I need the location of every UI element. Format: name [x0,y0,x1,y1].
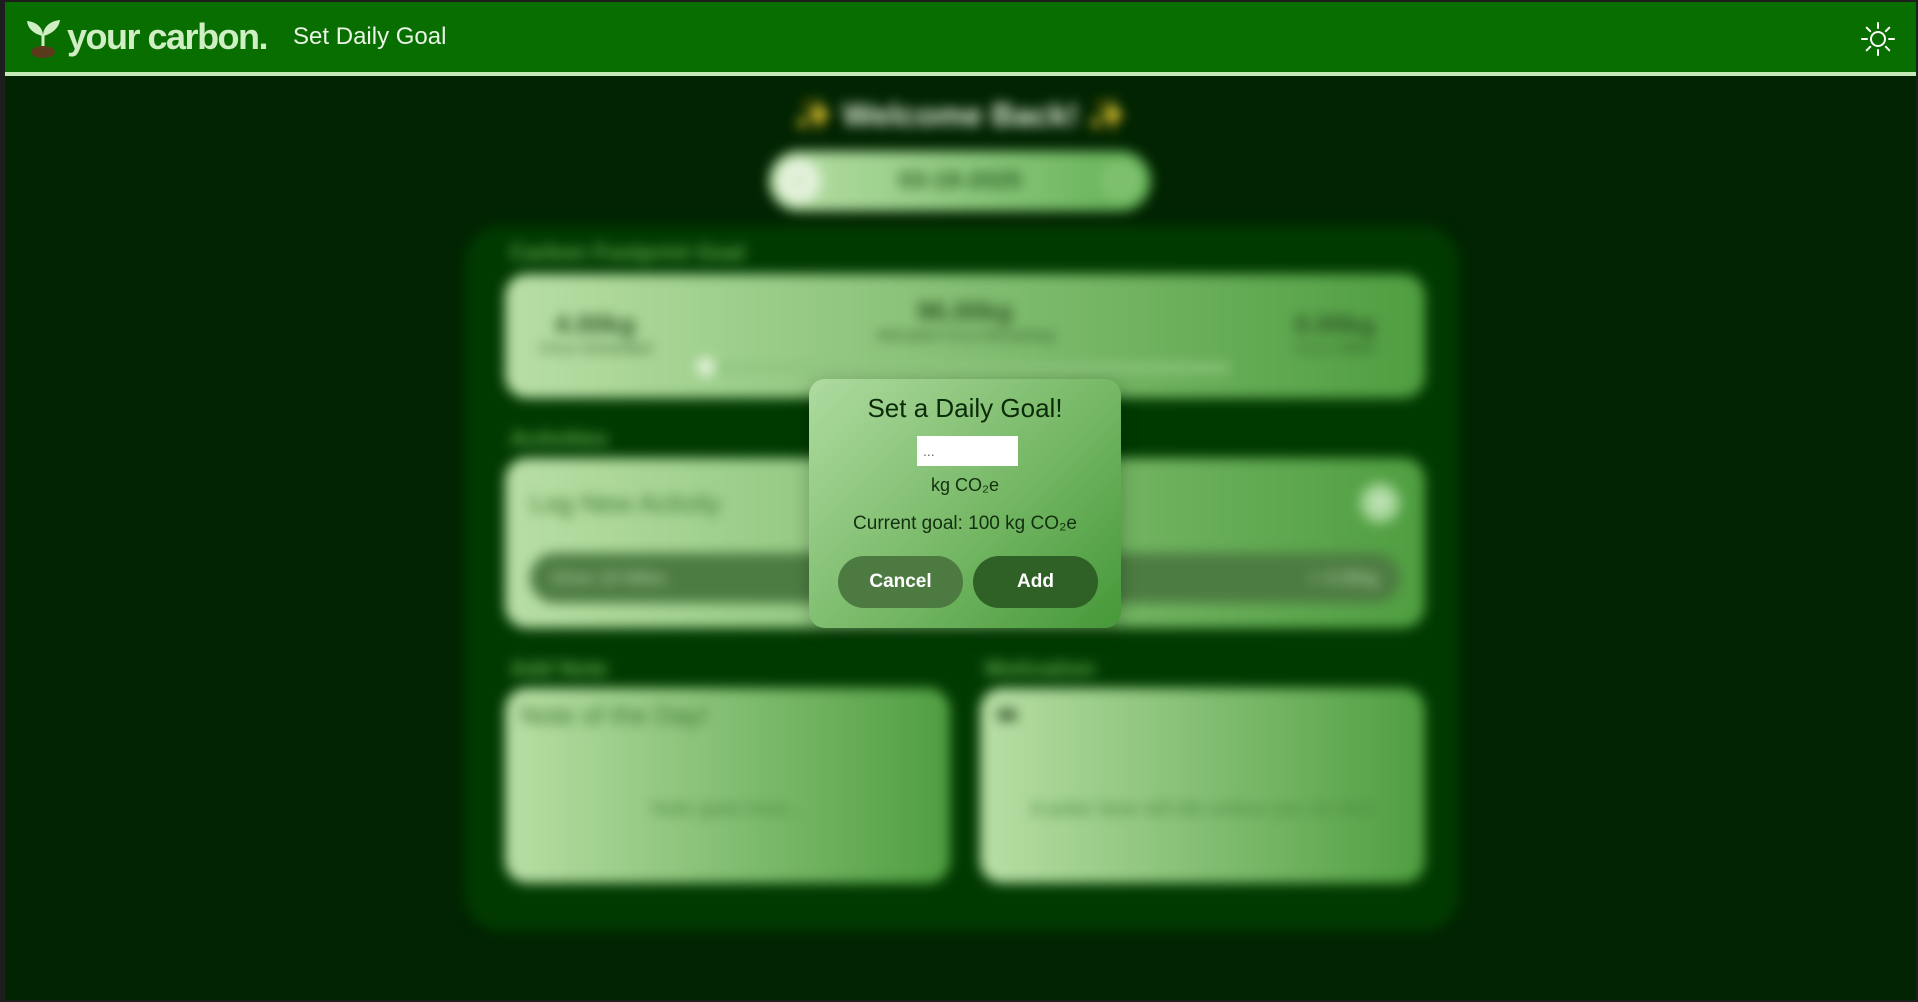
remaining-value: 96.00kg [917,296,1013,326]
motivation-card: ❝ A polar bear will die unless you do th… [980,688,1425,883]
offset-value: 0.00kg [1294,309,1376,339]
date-selector: ‹ 03-19-2025 › [769,151,1151,211]
welcome-heading: ✨ Welcome Back! ✨ [793,97,1128,133]
note-section-label: Add Note [510,656,608,681]
logo[interactable]: your carbon. [23,16,269,58]
dialog-title: Set a Daily Goal! [867,393,1063,423]
app-window: your carbon. Set Daily Goal ✨ Welcome Ba… [5,2,1916,1000]
goal-section-label: Carbon Footprint Goal [510,240,745,265]
generated-stat: 4.00kg CO₂e Generated [525,309,665,357]
activity-amount: + 4.00kg [1308,567,1378,588]
motivation-quote: A polar bear will die unless you do this… [1030,798,1375,820]
note-card: Note of the Day! Note goes here... [505,688,950,883]
current-goal-text: Current goal: 100 kg CO₂e [853,513,1077,534]
add-button[interactable]: Add [973,556,1098,608]
add-activity-button: + [1360,483,1400,523]
log-activity-title: Log New Activity [530,488,721,518]
note-body: Note goes here... [650,798,805,820]
activities-section-label: Activities [510,426,608,451]
remaining-stat: 96.00kg Allocated CO₂e Remaining [835,296,1095,344]
goal-unit-label: kg CO₂e [930,475,999,495]
page-title: Set Daily Goal [293,23,447,50]
next-date-button: › [1098,159,1143,203]
top-nav-bar: your carbon. Set Daily Goal [5,2,1916,76]
motivation-section-label: Motivation [985,656,1095,681]
theme-toggle-button[interactable] [1858,19,1898,59]
brand-name: your carbon. [67,16,269,57]
goal-progress-handle [697,358,715,376]
remaining-label: Allocated CO₂e Remaining [875,327,1055,344]
offset-label: CO₂e Offset [1294,340,1376,357]
cancel-button[interactable]: Cancel [838,556,963,608]
goal-progress-track [700,364,1230,372]
set-goal-dialog: Set a Daily Goal! kg CO₂e Current goal: … [809,379,1121,628]
activity-name: Drive 10 Miles [552,567,667,588]
sprout-icon [27,20,60,58]
current-date: 03-19-2025 [898,167,1022,194]
generated-value: 4.00kg [554,309,636,339]
note-title: Note of the Day! [520,700,708,730]
prev-date-button: ‹ [777,159,821,203]
goal-amount-input[interactable] [917,436,1018,466]
generated-label: CO₂e Generated [539,340,651,357]
offset-stat: 0.00kg CO₂e Offset [1265,309,1405,357]
sun-icon [1861,22,1895,56]
quote-icon: ❝ [995,701,1019,745]
